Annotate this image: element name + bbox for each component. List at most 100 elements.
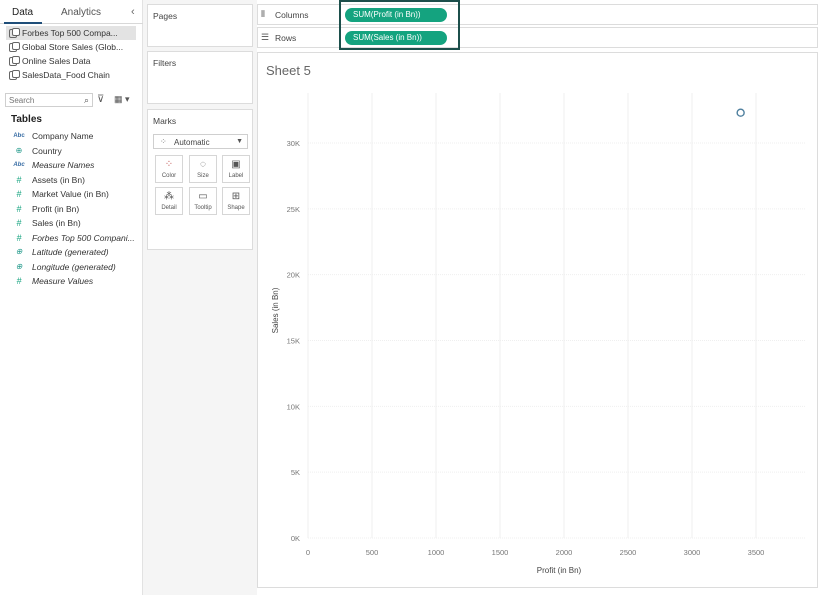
field-label: Profit (in Bn): [32, 203, 80, 214]
shape-button-label: Shape: [227, 205, 245, 211]
detail-icon: ⁂: [164, 191, 174, 202]
field-item[interactable]: # Measure Values: [12, 274, 140, 289]
shape-button[interactable]: ⊞ Shape: [222, 187, 250, 215]
number-type-icon: #: [16, 174, 22, 185]
number-type-icon: #: [16, 218, 22, 228]
field-label: Sales (in Bn): [32, 218, 81, 228]
label-icon: ▣: [231, 159, 241, 170]
filter-icon[interactable]: ⊽: [97, 94, 104, 105]
x-tick-label: 1000: [428, 548, 445, 557]
size-button[interactable]: ◌ Size: [189, 155, 217, 183]
field-item[interactable]: Abc Company Name: [12, 129, 140, 144]
field-item[interactable]: # Market Value (in Bn): [12, 187, 140, 202]
data-source-item[interactable]: SalesData_Food Chain: [6, 68, 136, 82]
x-tick-label: 2500: [620, 548, 637, 557]
x-tick-label: 1500: [492, 548, 509, 557]
scatter-point: [736, 108, 745, 117]
string-type-icon: Abc: [13, 133, 25, 139]
data-source-label: SalesData_Food Chain: [22, 70, 110, 80]
pages-card[interactable]: Pages: [147, 4, 253, 47]
field-item[interactable]: ⊕ Country: [12, 144, 140, 159]
globe-icon: ⊕: [15, 145, 23, 155]
field-label: Measure Names: [32, 160, 95, 170]
y-tick-label: 20K: [287, 271, 300, 280]
globe-icon: ⊕: [15, 261, 23, 271]
data-source-item[interactable]: Global Store Sales (Glob...: [6, 40, 136, 54]
tab-analytics[interactable]: Analytics: [61, 0, 101, 24]
field-label: Latitude (generated): [32, 247, 109, 257]
y-tick-label: 15K: [287, 337, 300, 346]
detail-button-label: Detail: [161, 205, 177, 211]
collapse-pane-icon[interactable]: ‹: [131, 6, 135, 18]
data-pane: Data Analytics ‹ Forbes Top 500 Compa...…: [0, 0, 143, 595]
field-item[interactable]: # Assets (in Bn): [12, 173, 140, 188]
label-button-label: Label: [228, 173, 244, 179]
filters-card[interactable]: Filters: [147, 51, 253, 104]
columns-icon: ⦀: [261, 9, 265, 19]
field-label: Forbes Top 500 Compani...: [32, 232, 135, 243]
shape-icon: ⊞: [231, 191, 241, 202]
color-button[interactable]: ⁘ Color: [155, 155, 183, 183]
scatter-plot: 0 500 1000 1500 2000 2500 3000 3500 0K 5K 10K 15K 20…: [271, 93, 806, 575]
number-type-icon: #: [16, 203, 22, 214]
mark-type-dropdown[interactable]: ⁘ Automatic ▼: [153, 134, 248, 149]
marks-card: Marks ⁘ Automatic ▼ ⁘ Color ◌ Size ▣ Lab…: [147, 109, 253, 250]
search-box: ⌕: [5, 93, 93, 107]
field-item[interactable]: # Sales (in Bn): [12, 216, 140, 231]
tooltip-icon: ▭: [198, 191, 208, 202]
data-source-label: Forbes Top 500 Compa...: [22, 28, 118, 38]
rows-icon: ☰: [261, 32, 270, 42]
data-source-icon: [9, 70, 20, 80]
data-source-icon: [9, 56, 20, 66]
data-source-icon: [9, 42, 20, 52]
rows-shelf-label: Rows: [275, 33, 297, 43]
string-type-icon: Abc: [13, 162, 25, 168]
field-label: Measure Values: [32, 276, 94, 286]
x-tick-label: 3000: [684, 548, 701, 557]
tooltip-button[interactable]: ▭ Tooltip: [189, 187, 217, 215]
search-input[interactable]: [6, 94, 76, 106]
tooltip-button-label: Tooltip: [194, 205, 212, 211]
mark-type-icon: ⁘: [160, 137, 167, 146]
x-tick-label: 0: [306, 548, 310, 557]
marks-card-title: Marks: [153, 116, 177, 126]
data-source-icon: [9, 28, 20, 38]
y-axis-title: Sales (in Bn): [271, 287, 280, 333]
tab-data[interactable]: Data: [12, 0, 33, 24]
columns-shelf-label: Columns: [275, 10, 309, 20]
globe-icon: ⊕: [15, 247, 23, 256]
field-label: Assets (in Bn): [32, 174, 85, 185]
worksheet: Sheet 5 0 500 1000 1500 2000 2500 3000 3500 0K 5K…: [257, 52, 818, 588]
active-tab-indicator: [4, 22, 42, 24]
data-source-list: Forbes Top 500 Compa... Global Store Sal…: [6, 26, 136, 82]
field-item[interactable]: ⊕ Longitude (generated): [12, 260, 140, 275]
color-button-label: Color: [161, 173, 177, 179]
tables-header: Tables: [11, 114, 42, 125]
data-source-item[interactable]: Forbes Top 500 Compa...: [6, 26, 136, 40]
y-tick-label: 25K: [287, 205, 300, 214]
field-label: Market Value (in Bn): [32, 189, 109, 199]
chevron-down-icon: ▼: [236, 138, 243, 145]
data-source-item[interactable]: Online Sales Data: [6, 54, 136, 68]
y-tick-label: 0K: [291, 534, 300, 543]
field-item[interactable]: # Profit (in Bn): [12, 202, 140, 217]
y-tick-label: 30K: [287, 139, 300, 148]
size-icon: ◌: [200, 159, 206, 170]
number-type-icon: #: [16, 232, 22, 243]
label-button[interactable]: ▣ Label: [222, 155, 250, 183]
field-list: Abc Company Name ⊕ Country Abc Measure N…: [12, 129, 140, 289]
x-tick-label: 3500: [748, 548, 765, 557]
filters-card-title: Filters: [153, 58, 177, 68]
search-icon[interactable]: ⌕: [84, 95, 89, 106]
field-label: Longitude (generated): [32, 261, 116, 272]
pages-card-title: Pages: [153, 11, 178, 21]
cards-column: Pages Filters Marks ⁘ Automatic ▼ ⁘ Colo…: [143, 0, 257, 595]
view-options-icon[interactable]: ▦ ▾: [114, 94, 130, 105]
color-icon: ⁘: [164, 159, 174, 170]
size-button-label: Size: [197, 173, 209, 179]
field-item[interactable]: ⊕ Latitude (generated): [12, 245, 140, 260]
number-type-icon: #: [16, 276, 22, 286]
detail-button[interactable]: ⁂ Detail: [155, 187, 183, 215]
field-item[interactable]: # Forbes Top 500 Compani...: [12, 231, 140, 246]
field-item[interactable]: Abc Measure Names: [12, 158, 140, 173]
